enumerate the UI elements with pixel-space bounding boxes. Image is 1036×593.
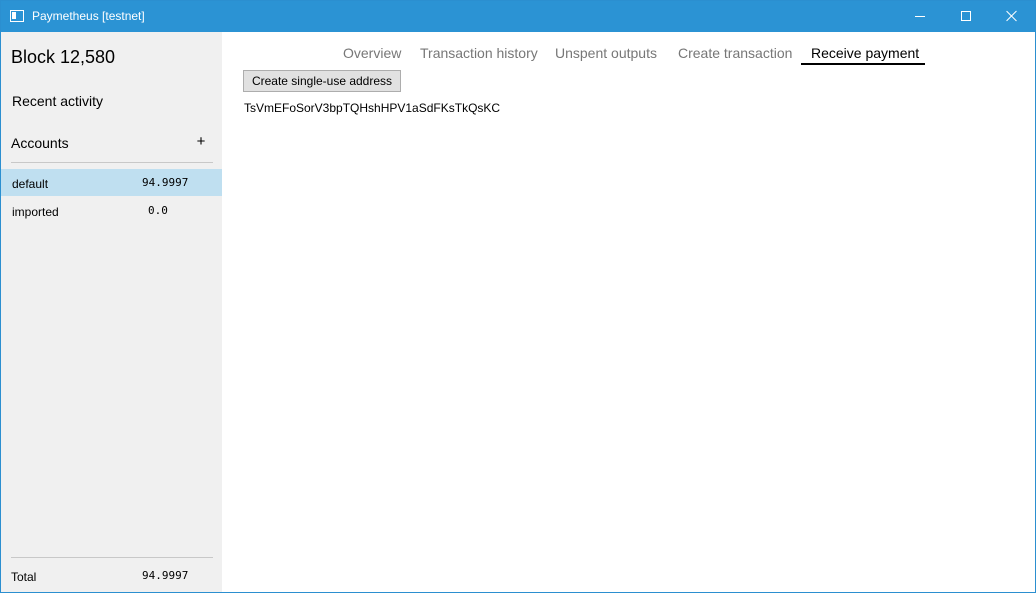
- minimize-icon: [915, 16, 925, 17]
- tab-overview[interactable]: Overview: [343, 45, 401, 62]
- block-height: Block 12,580: [11, 47, 116, 67]
- create-address-button[interactable]: Create single-use address: [243, 70, 401, 92]
- account-balance: 94.9997: [142, 176, 189, 189]
- active-tab-indicator: [801, 63, 925, 65]
- total-divider: [11, 557, 213, 558]
- accounts-heading: Accounts: [11, 135, 69, 151]
- total-balance: 94.9997: [142, 569, 189, 582]
- tab-create-transaction[interactable]: Create transaction: [678, 45, 792, 62]
- maximize-icon: [961, 11, 971, 21]
- add-account-button[interactable]: +: [194, 133, 208, 151]
- account-row-default[interactable]: default 94.9997: [1, 169, 222, 196]
- account-balance: 0.0: [148, 204, 168, 217]
- close-button[interactable]: [989, 1, 1035, 32]
- receive-address[interactable]: TsVmEFoSorV3bpTQHshHPV1aSdFKsTkQsKC: [244, 101, 500, 115]
- close-icon: [1006, 10, 1018, 22]
- tab-bar: Overview Transaction history Unspent out…: [222, 32, 1035, 68]
- account-name: default: [12, 177, 49, 191]
- account-row-imported[interactable]: imported 0.0: [1, 197, 222, 224]
- account-name: imported: [12, 205, 59, 219]
- recent-activity-link[interactable]: Recent activity: [12, 93, 103, 110]
- minimize-button[interactable]: [897, 1, 943, 32]
- tab-receive-payment[interactable]: Receive payment: [811, 45, 919, 62]
- tab-unspent-outputs[interactable]: Unspent outputs: [555, 45, 657, 62]
- title-bar[interactable]: Paymetheus [testnet]: [1, 1, 1035, 32]
- app-window-icon: [10, 10, 24, 22]
- window-title: Paymetheus [testnet]: [32, 9, 145, 23]
- sidebar: Block 12,580 Recent activity Accounts + …: [1, 32, 222, 592]
- tab-transaction-history[interactable]: Transaction history: [420, 45, 538, 62]
- maximize-button[interactable]: [943, 1, 989, 32]
- app-window: Paymetheus [testnet] Block 12,580 Recent…: [0, 0, 1036, 593]
- accounts-divider: [11, 162, 213, 163]
- total-label: Total: [11, 570, 37, 584]
